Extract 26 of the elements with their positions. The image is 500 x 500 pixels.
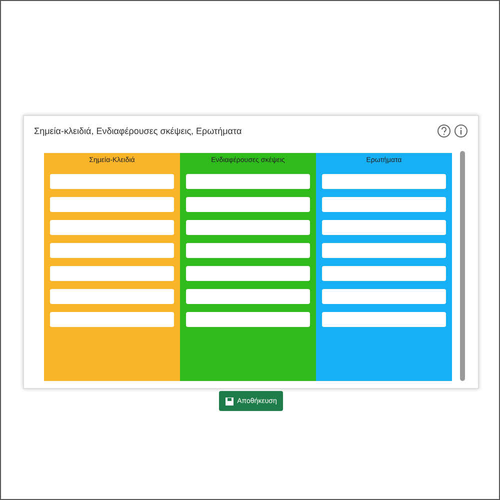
help-icon[interactable] bbox=[437, 124, 451, 138]
info-icon[interactable] bbox=[454, 124, 468, 138]
input-field[interactable] bbox=[185, 288, 311, 305]
input-field[interactable] bbox=[49, 173, 175, 190]
input-field[interactable] bbox=[321, 265, 447, 282]
input-field[interactable] bbox=[185, 173, 311, 190]
input-field[interactable] bbox=[321, 311, 447, 328]
input-field[interactable] bbox=[49, 311, 175, 328]
input-field[interactable] bbox=[321, 219, 447, 236]
input-field[interactable] bbox=[185, 196, 311, 213]
input-field[interactable] bbox=[185, 311, 311, 328]
card-title: Σημεία-κλειδιά, Ενδιαφέρουσες σκέψεις, Ερωτήματα bbox=[34, 126, 242, 136]
scrollbar[interactable] bbox=[460, 151, 465, 381]
input-field[interactable] bbox=[185, 242, 311, 259]
input-field[interactable] bbox=[321, 242, 447, 259]
input-field[interactable] bbox=[49, 219, 175, 236]
input-field[interactable] bbox=[321, 173, 447, 190]
input-field[interactable] bbox=[185, 219, 311, 236]
input-field[interactable] bbox=[49, 196, 175, 213]
input-field[interactable] bbox=[185, 265, 311, 282]
save-icon bbox=[225, 396, 234, 406]
input-field[interactable] bbox=[49, 242, 175, 259]
input-field[interactable] bbox=[49, 288, 175, 305]
input-field[interactable] bbox=[49, 265, 175, 282]
input-field[interactable] bbox=[321, 196, 447, 213]
input-field[interactable] bbox=[321, 288, 447, 305]
